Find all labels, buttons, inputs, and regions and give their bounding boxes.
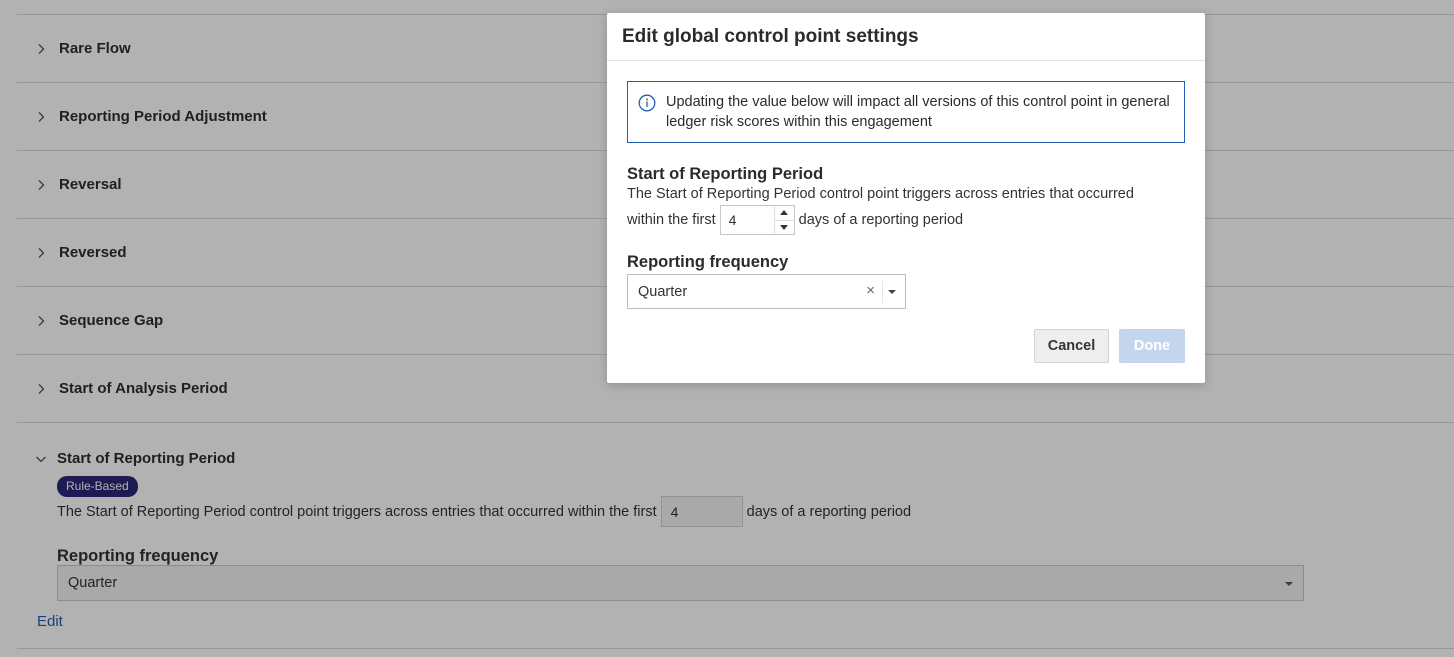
info-icon [638,94,656,112]
edit-settings-dialog: Edit global control point settings Updat… [607,13,1205,383]
section-title: Start of Reporting Period [627,165,824,183]
section-description-line1: The Start of Reporting Period control po… [627,186,1134,202]
dialog-title: Edit global control point settings [622,25,919,47]
description-text-before: within the first [627,212,716,228]
caret-up-icon [780,210,789,216]
info-notice: Updating the value below will impact all… [627,81,1185,143]
description-text-after: days of a reporting period [798,212,964,228]
cancel-button[interactable]: Cancel [1034,329,1109,363]
days-number-value: 4 [728,212,737,228]
dialog-header: Edit global control point settings [607,13,1205,61]
increment-button[interactable] [774,206,794,221]
days-stepper [773,206,794,235]
days-number-input[interactable]: 4 [719,205,795,235]
decrement-button[interactable] [775,221,794,235]
clear-icon[interactable]: × [866,282,875,299]
done-button[interactable]: Done [1119,329,1185,363]
info-notice-text: Updating the value below will impact all… [666,94,1170,130]
section-description-line2: within the first 4 days of a reporting p… [627,205,963,235]
reporting-frequency-value: Quarter [638,283,688,300]
caret-down-icon[interactable] [888,290,896,294]
caret-down-icon [780,224,789,230]
reporting-frequency-label: Reporting frequency [627,253,789,271]
reporting-frequency-select[interactable]: Quarter × [627,274,906,309]
page: Rare Flow Reporting Period Adjustment Re… [0,0,1454,657]
